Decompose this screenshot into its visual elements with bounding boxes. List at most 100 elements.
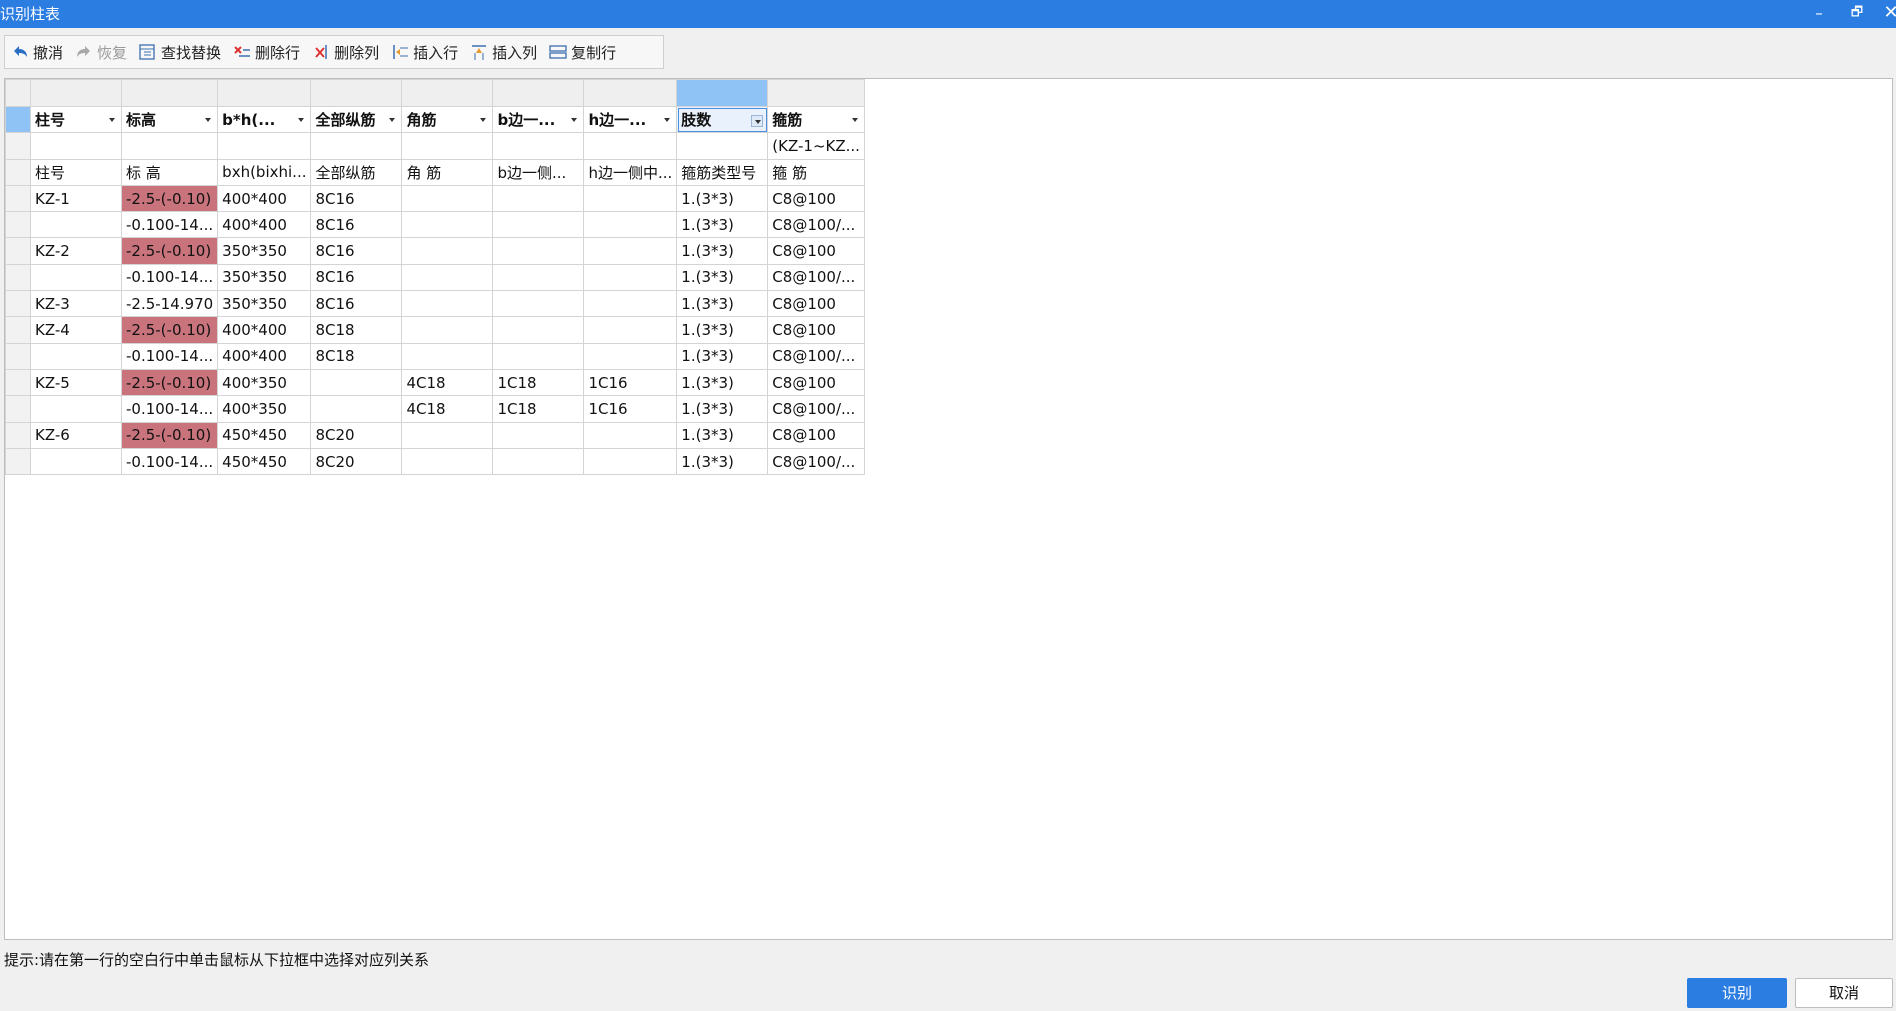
row-header[interactable] (5, 158, 31, 186)
grid-cell[interactable]: bxh(bixhi... (217, 158, 312, 186)
grid-cell[interactable] (310, 132, 403, 160)
copy-row-button[interactable]: 复制行 (549, 42, 616, 63)
grid-cell[interactable] (492, 132, 585, 160)
grid-cell[interactable]: -0.100-14... (120, 211, 219, 239)
grid-cell[interactable]: C8@100 (767, 421, 865, 449)
column-mapping-dropdown[interactable]: b边一... (492, 105, 585, 134)
row-header[interactable] (5, 263, 31, 292)
redo-button[interactable]: 恢复 (75, 42, 127, 63)
insert-row-button[interactable]: 插入行 (391, 42, 458, 63)
grid-cell[interactable]: (KZ-1~KZ... (767, 132, 865, 160)
grid-cell[interactable]: C8@100/... (767, 263, 865, 292)
grid-cell[interactable] (401, 132, 494, 160)
column-mapping-dropdown[interactable]: b*h(... (217, 105, 312, 134)
grid-cell[interactable]: -2.5-14.970 (120, 290, 219, 318)
grid-cell[interactable]: KZ-3 (30, 290, 122, 318)
grid-cell[interactable] (401, 184, 494, 213)
grid-cell[interactable] (401, 447, 494, 476)
row-header[interactable] (5, 290, 31, 318)
cancel-button[interactable]: 取消 (1795, 978, 1893, 1008)
grid-cell[interactable] (401, 263, 494, 292)
grid-cell[interactable] (492, 342, 585, 370)
grid-cell[interactable]: KZ-4 (30, 316, 122, 344)
grid-cell[interactable]: KZ-5 (30, 368, 122, 397)
column-header-cell[interactable] (30, 79, 122, 107)
grid-cell[interactable] (583, 263, 678, 292)
grid-cell[interactable]: 1.(3*3) (676, 290, 769, 318)
grid-cell[interactable] (401, 316, 494, 344)
grid-cell[interactable]: 400*400 (217, 316, 312, 344)
grid-cell[interactable] (401, 237, 494, 265)
grid-cell[interactable]: -2.5-(-0.10) (120, 184, 219, 213)
column-header-cell[interactable] (676, 79, 769, 107)
grid-cell[interactable]: 350*350 (217, 263, 312, 292)
grid-cell[interactable]: C8@100/... (767, 447, 865, 476)
column-mapping-dropdown[interactable]: 肢数 (676, 105, 769, 134)
grid-cell[interactable]: 1.(3*3) (676, 395, 769, 423)
grid-cell[interactable]: C8@100 (767, 316, 865, 344)
grid-cell[interactable] (492, 290, 585, 318)
grid-cell[interactable]: 8C16 (310, 290, 403, 318)
grid-cell[interactable] (401, 342, 494, 370)
minimize-icon[interactable]: – (1808, 2, 1830, 24)
grid-cell[interactable] (583, 184, 678, 213)
grid-cell[interactable]: 1C16 (583, 395, 678, 423)
grid-cell[interactable] (676, 132, 769, 160)
grid-cell[interactable]: 柱号 (30, 158, 122, 186)
grid-cell[interactable]: -2.5-(-0.10) (120, 421, 219, 449)
grid-cell[interactable] (583, 316, 678, 344)
grid-cell[interactable] (30, 211, 122, 239)
grid-cell[interactable] (583, 421, 678, 449)
grid-cell[interactable] (492, 237, 585, 265)
grid-cell[interactable]: -0.100-14... (120, 342, 219, 370)
grid-cell[interactable]: 8C18 (310, 316, 403, 344)
column-header-cell[interactable] (583, 79, 678, 107)
grid-cell[interactable]: C8@100 (767, 290, 865, 318)
grid-cell[interactable]: 标 高 (120, 158, 219, 186)
grid-cell[interactable] (401, 211, 494, 239)
row-header[interactable] (5, 184, 31, 213)
grid-cell[interactable]: 角 筋 (401, 158, 494, 186)
grid-cell[interactable]: C8@100 (767, 237, 865, 265)
grid-cell[interactable]: 1.(3*3) (676, 447, 769, 476)
grid-cell[interactable]: 350*350 (217, 237, 312, 265)
grid-cell[interactable] (583, 342, 678, 370)
grid-cell[interactable]: -2.5-(-0.10) (120, 237, 219, 265)
grid-cell[interactable]: 1C18 (492, 368, 585, 397)
grid-cell[interactable]: 8C16 (310, 263, 403, 292)
grid-cell[interactable] (120, 132, 219, 160)
corner-cell[interactable] (5, 79, 31, 107)
column-header-cell[interactable] (120, 79, 219, 107)
grid-cell[interactable]: -0.100-14... (120, 447, 219, 476)
grid-cell[interactable]: 8C16 (310, 237, 403, 265)
column-header-cell[interactable] (310, 79, 403, 107)
grid-cell[interactable] (583, 211, 678, 239)
grid-cell[interactable]: 400*350 (217, 368, 312, 397)
grid-cell[interactable]: -2.5-(-0.10) (120, 316, 219, 344)
grid-cell[interactable] (583, 132, 678, 160)
row-header[interactable] (5, 421, 31, 449)
chevron-down-icon[interactable] (571, 118, 578, 122)
grid-cell[interactable]: 1.(3*3) (676, 237, 769, 265)
grid-cell[interactable]: KZ-6 (30, 421, 122, 449)
grid-cell[interactable]: 1.(3*3) (676, 263, 769, 292)
grid-cell[interactable]: 8C18 (310, 342, 403, 370)
chevron-down-icon[interactable] (298, 118, 305, 122)
grid-cell[interactable]: 4C18 (401, 368, 494, 397)
grid-cell[interactable]: 1C16 (583, 368, 678, 397)
grid-cell[interactable]: 8C20 (310, 421, 403, 449)
grid-cell[interactable]: 1.(3*3) (676, 421, 769, 449)
row-header[interactable] (5, 132, 31, 160)
restore-icon[interactable]: 🗗 (1846, 2, 1868, 24)
grid-cell[interactable]: 箍筋类型号 (676, 158, 769, 186)
grid-cell[interactable]: 全部纵筋 (310, 158, 403, 186)
grid-cell[interactable]: 8C16 (310, 184, 403, 213)
grid-cell[interactable]: C8@100/... (767, 395, 865, 423)
column-header-cell[interactable] (492, 79, 585, 107)
grid-cell[interactable] (30, 263, 122, 292)
grid-cell[interactable]: 箍 筋 (767, 158, 865, 186)
grid-cell[interactable]: 1.(3*3) (676, 211, 769, 239)
delete-column-button[interactable]: 删除列 (312, 42, 379, 63)
chevron-down-icon[interactable] (480, 118, 487, 122)
column-table-grid[interactable]: 柱号 标高 b*h(... 全部纵筋 角筋 b边一... h边一... 肢数 箍筋 (KZ-1~K… (4, 78, 1893, 940)
